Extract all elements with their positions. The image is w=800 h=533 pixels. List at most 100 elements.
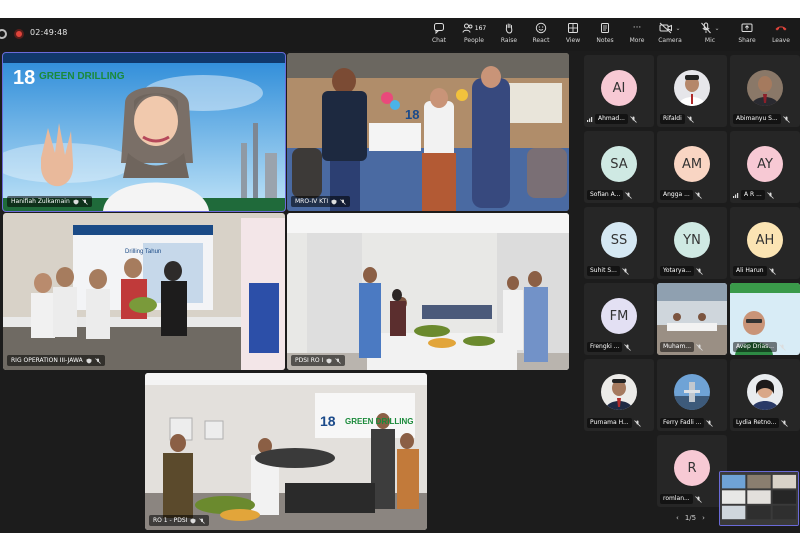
participant-avatar: SA — [601, 146, 637, 182]
event-number: 18 — [405, 107, 420, 122]
video-tile-pdsi-ro1[interactable]: PDSI RO I — [287, 213, 569, 370]
participant-label: Yotarya... — [660, 266, 724, 276]
shield-icon — [326, 358, 332, 363]
participant-name: Suhit S... — [587, 266, 620, 276]
prev-page-button[interactable]: ‹ — [676, 514, 679, 522]
video-tile-rig-operation[interactable]: Drilling Tahun RIG OPERATION III-JAWA — [3, 213, 285, 370]
participant-name: A R ... — [741, 190, 765, 200]
participant-avatar: FM — [601, 298, 637, 334]
mic-chevron-icon[interactable]: ⌄ — [714, 25, 719, 32]
share-label: Share — [738, 37, 756, 44]
people-count: 167 — [474, 24, 487, 32]
participant-tile[interactable]: Rifaldi — [657, 55, 727, 127]
participant-tile[interactable]: YN Yotarya... — [657, 207, 727, 279]
participant-tile[interactable]: Abimanyu S... — [730, 55, 800, 127]
shield-icon — [331, 199, 337, 204]
notes-label: Notes — [596, 37, 614, 44]
meeting-window: 02:49:48 Chat 167 People Raise React Vie… — [0, 0, 800, 533]
participant-avatar: AI — [601, 70, 637, 106]
participants-panel: AI Ahmad... Rifaldi Abimanyu S... SA Sof… — [581, 52, 800, 533]
share-screen-icon — [741, 21, 753, 35]
mic-muted-icon — [335, 357, 342, 364]
meeting-toolbar: 02:49:48 Chat 167 People Raise React Vie… — [0, 18, 800, 51]
participant-label: Angga ... — [660, 190, 724, 200]
shield-icon — [190, 518, 196, 523]
participant-label: Muham... — [660, 342, 724, 352]
participant-name-tag: MRO-IV KTI — [291, 196, 351, 207]
notes-icon — [599, 21, 611, 35]
participant-tile[interactable]: Purnama H... — [584, 359, 654, 431]
participant-tile[interactable]: Ferry Fadli ... — [657, 359, 727, 431]
participant-photo — [674, 70, 710, 106]
recording-icon[interactable] — [14, 29, 24, 39]
participant-label: A R ... — [733, 190, 797, 200]
people-button[interactable]: 167 People — [455, 21, 493, 49]
tile-scene — [287, 53, 569, 211]
people-icon: 167 — [462, 21, 486, 35]
view-button[interactable]: View — [557, 21, 589, 49]
participant-name: Ali Harun — [733, 266, 767, 276]
participant-tile[interactable]: AH Ali Harun — [730, 207, 800, 279]
people-label: People — [464, 37, 484, 44]
chat-label: Chat — [431, 37, 447, 44]
participant-tile[interactable]: SS Suhit S... — [584, 207, 654, 279]
participant-tile[interactable]: AI Ahmad... — [584, 55, 654, 127]
participant-tile[interactable]: AM Angga ... — [657, 131, 727, 203]
video-tile-hanifiah[interactable]: 18 GREEN DRILLING Hanifiah Zulkarnain — [2, 52, 286, 212]
participant-name: Yotarya... — [660, 266, 694, 276]
participant-name: romlan... — [660, 494, 693, 504]
notes-button[interactable]: Notes — [589, 21, 621, 49]
participant-tile[interactable]: Avep Drias... — [730, 283, 800, 355]
participant-photo — [747, 374, 783, 410]
more-button[interactable]: ··· More — [621, 21, 653, 49]
participant-avatar: YN — [674, 222, 710, 258]
camera-button[interactable]: ⌄ Camera — [650, 21, 690, 49]
participant-tile[interactable]: FM Frengki ... — [584, 283, 654, 355]
participant-photo — [674, 374, 710, 410]
grid-view-icon — [567, 21, 579, 35]
tile-scene — [145, 373, 427, 530]
participant-name: RIG OPERATION III-JAWA — [11, 357, 83, 364]
participant-label: Sofian A... — [587, 190, 651, 200]
event-logo-text: GREEN DRILLING — [345, 417, 414, 426]
participant-name-tag: Hanifiah Zulkarnain — [7, 196, 92, 207]
participant-tile[interactable]: Muham... — [657, 283, 727, 355]
view-label: View — [565, 37, 581, 44]
top-strip — [0, 0, 800, 18]
hand-icon — [503, 21, 515, 35]
mic-muted-icon — [781, 419, 789, 427]
camera-chevron-icon[interactable]: ⌄ — [675, 25, 680, 32]
smiley-icon — [535, 21, 547, 35]
self-view-thumbnail[interactable] — [719, 471, 799, 526]
participant-avatar: AM — [674, 146, 710, 182]
participant-name-tag: RO 1 - PDSI — [149, 515, 210, 526]
hang-up-icon — [774, 21, 788, 35]
participant-tile[interactable]: AY A R ... — [730, 131, 800, 203]
participant-tile[interactable]: SA Sofian A... — [584, 131, 654, 203]
chat-button[interactable]: Chat — [423, 21, 455, 49]
shield-icon — [73, 199, 79, 204]
raise-hand-button[interactable]: Raise — [493, 21, 525, 49]
more-label: More — [629, 37, 645, 44]
mic-muted-icon — [624, 343, 632, 351]
participant-tile[interactable]: Lydia Retno... — [730, 359, 800, 431]
mic-muted-icon — [633, 419, 641, 427]
react-button[interactable]: React — [525, 21, 557, 49]
next-page-button[interactable]: › — [702, 514, 705, 522]
event-number: 18 — [320, 413, 336, 429]
participant-name: Angga ... — [660, 190, 693, 200]
mic-button[interactable]: ⌄ Mic — [690, 21, 730, 49]
participant-avatar: AH — [747, 222, 783, 258]
share-button[interactable]: Share — [730, 21, 764, 49]
mic-off-icon: ⌄ — [700, 21, 720, 35]
participant-tile[interactable]: R romlan... — [657, 435, 727, 507]
leave-button[interactable]: Leave — [764, 21, 798, 49]
video-tile-ro1-pdsi[interactable]: 18 GREEN DRILLING RO 1 - PDSI — [145, 373, 427, 530]
participant-name: Ahmad... — [595, 114, 628, 124]
video-tile-mro-iv[interactable]: 18 MRO-IV KTI — [287, 53, 569, 211]
participant-name: Sofian A... — [587, 190, 624, 200]
page-indicator: 1/5 — [684, 514, 697, 522]
mic-muted-icon — [94, 357, 101, 364]
participant-avatar: R — [674, 450, 710, 486]
tile-scene — [3, 213, 285, 370]
